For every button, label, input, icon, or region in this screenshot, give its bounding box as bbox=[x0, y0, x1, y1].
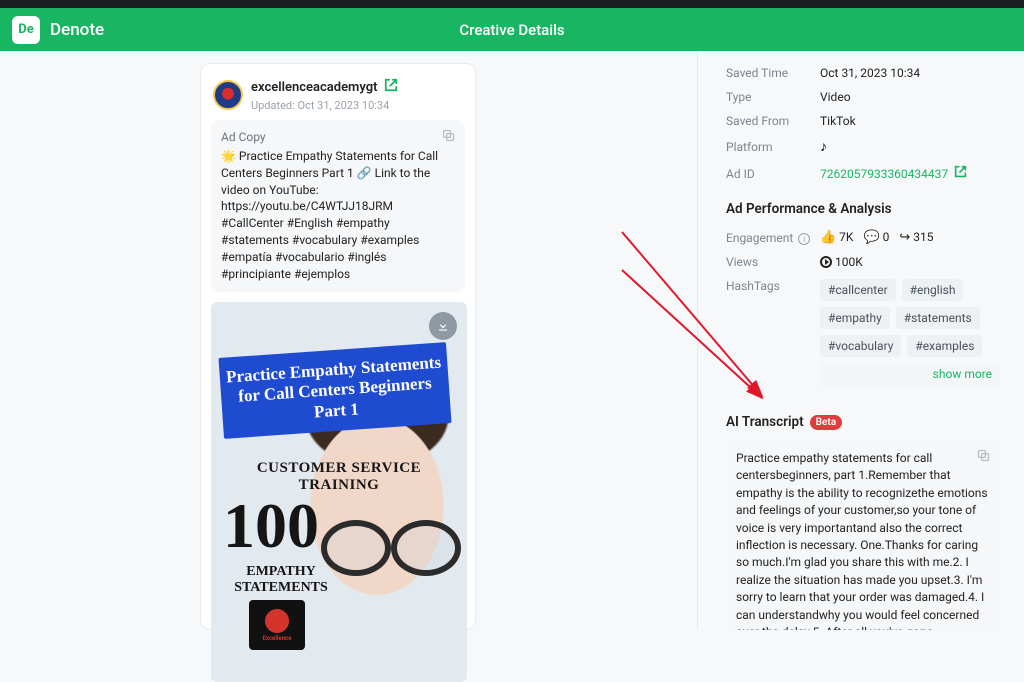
creative-thumbnail[interactable]: Practice Empathy Statements for Call Cen… bbox=[211, 302, 467, 682]
transcript-title: AI Transcript bbox=[726, 414, 804, 430]
updated-timestamp: Updated: Oct 31, 2023 10:34 bbox=[251, 99, 398, 112]
ad-id-value[interactable]: 7262057933360434437 bbox=[820, 167, 948, 181]
brand-logo[interactable]: De bbox=[12, 16, 40, 44]
ad-copy-text: 🌟 Practice Empathy Statements for Call C… bbox=[221, 148, 455, 282]
hashtag-expand-bar: show more bbox=[820, 363, 1000, 387]
share-icon[interactable] bbox=[384, 78, 398, 97]
views-value: 100K bbox=[835, 255, 863, 269]
saved-time-label: Saved Time bbox=[726, 66, 820, 80]
account-avatar[interactable] bbox=[213, 80, 243, 110]
hashtag-chip[interactable]: #examples bbox=[907, 335, 982, 357]
shares-value: 315 bbox=[913, 230, 933, 244]
download-button[interactable] bbox=[429, 312, 457, 340]
thumbs-up-icon: 👍 bbox=[820, 230, 836, 245]
platform-label: Platform bbox=[726, 140, 820, 154]
show-more-link[interactable]: show more bbox=[933, 367, 992, 381]
transcript-header: AI Transcript Beta bbox=[726, 414, 1000, 430]
ad-copy-label: Ad Copy bbox=[221, 130, 455, 144]
shares-stat: ↪ 315 bbox=[899, 230, 933, 245]
likes-stat: 👍 7K bbox=[820, 230, 853, 245]
views-value-wrap: 100K bbox=[820, 255, 863, 269]
engagement-values: 👍 7K 💬 0 ↪ 315 bbox=[820, 230, 934, 245]
hashtags-label: HashTags bbox=[726, 279, 820, 293]
creative-card: excellenceacademygt Updated: Oct 31, 202… bbox=[200, 63, 476, 630]
creative-subtitle-line1: CUSTOMER SERVICE bbox=[257, 460, 421, 476]
creative-caption-line2: STATEMENTS bbox=[234, 580, 328, 595]
hashtag-chip[interactable]: #statements bbox=[896, 307, 980, 329]
ad-id-label: Ad ID bbox=[726, 167, 820, 181]
meta-type: Type Video bbox=[726, 85, 1000, 109]
tiktok-icon: ♪ bbox=[820, 138, 827, 155]
comments-value: 0 bbox=[883, 230, 890, 244]
type-value: Video bbox=[820, 90, 851, 104]
hashtag-chip[interactable]: #callcenter bbox=[820, 279, 896, 301]
creative-banner: Practice Empathy Statements for Call Cen… bbox=[218, 343, 451, 440]
card-header: excellenceacademygt Updated: Oct 31, 202… bbox=[211, 74, 465, 120]
copy-icon[interactable] bbox=[976, 448, 992, 464]
brand-name: Denote bbox=[50, 20, 104, 40]
meta-saved-from: Saved From TikTok bbox=[726, 109, 1000, 133]
creative-big-number: 100 bbox=[223, 494, 319, 558]
saved-from-value: TikTok bbox=[820, 114, 856, 128]
comment-icon: 💬 bbox=[863, 230, 879, 245]
hashtag-list: #callcenter #english #empathy #statement… bbox=[820, 279, 1000, 357]
ad-copy-box: Ad Copy 🌟 Practice Empathy Statements fo… bbox=[211, 120, 465, 292]
perf-engagement: Engagement i 👍 7K 💬 0 ↪ 315 bbox=[726, 225, 1000, 250]
hashtag-chip[interactable]: #empathy bbox=[820, 307, 890, 329]
window-top-strip bbox=[0, 0, 1024, 8]
saved-from-label: Saved From bbox=[726, 114, 820, 128]
comments-stat: 💬 0 bbox=[863, 230, 889, 245]
hashtag-chip[interactable]: #vocabulary bbox=[820, 335, 901, 357]
account-name[interactable]: excellenceacademygt bbox=[251, 80, 378, 96]
creative-caption-line1: EMPATHY bbox=[246, 564, 315, 579]
app-header: De Denote Creative Details bbox=[0, 8, 1024, 51]
saved-time-value: Oct 31, 2023 10:34 bbox=[820, 66, 920, 80]
perf-views: Views 100K bbox=[726, 250, 1000, 274]
beta-badge: Beta bbox=[810, 415, 842, 430]
creative-brand-badge: Excellence bbox=[249, 600, 305, 650]
creative-subtitle: CUSTOMER SERVICE TRAINING bbox=[211, 460, 467, 493]
info-icon[interactable]: i bbox=[798, 233, 810, 245]
play-icon bbox=[820, 256, 832, 268]
transcript-box: Practice empathy statements for call cen… bbox=[726, 440, 1000, 630]
copy-icon[interactable] bbox=[441, 128, 457, 144]
transcript-text: Practice empathy statements for call cen… bbox=[736, 450, 990, 630]
views-label: Views bbox=[726, 255, 820, 269]
likes-value: 7K bbox=[839, 230, 853, 244]
share-arrow-icon: ↪ bbox=[899, 230, 910, 245]
glasses-illustration bbox=[321, 520, 461, 568]
hashtag-chip[interactable]: #english bbox=[902, 279, 964, 301]
page-title: Creative Details bbox=[459, 21, 564, 39]
details-pane: Saved Time Oct 31, 2023 10:34 Type Video… bbox=[698, 51, 1024, 630]
meta-saved-time: Saved Time Oct 31, 2023 10:34 bbox=[726, 61, 1000, 85]
external-link-icon[interactable] bbox=[954, 165, 967, 182]
perf-hashtags: HashTags #callcenter #english #empathy #… bbox=[726, 274, 1000, 392]
left-pane: excellenceacademygt Updated: Oct 31, 202… bbox=[0, 51, 693, 630]
creative-caption: EMPATHY STATEMENTS bbox=[221, 564, 341, 596]
engagement-label: Engagement i bbox=[726, 231, 820, 245]
perf-section-title: Ad Performance & Analysis bbox=[726, 201, 1000, 217]
meta-platform: Platform ♪ bbox=[726, 133, 1000, 160]
badge-text: Excellence bbox=[263, 635, 292, 642]
badge-circle-icon bbox=[265, 609, 289, 633]
engagement-label-text: Engagement bbox=[726, 231, 793, 245]
content-area: excellenceacademygt Updated: Oct 31, 202… bbox=[0, 51, 1024, 630]
meta-ad-id: Ad ID 7262057933360434437 bbox=[726, 160, 1000, 187]
type-label: Type bbox=[726, 90, 820, 104]
